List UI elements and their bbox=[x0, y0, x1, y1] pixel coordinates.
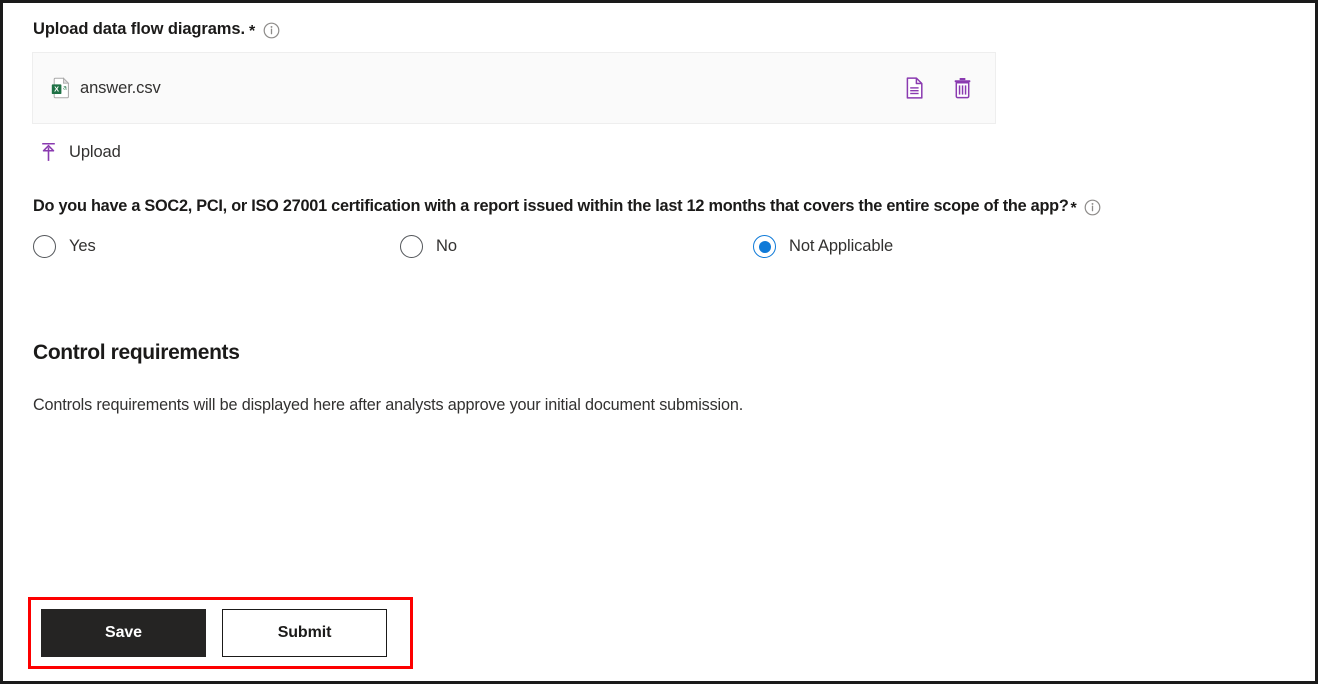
file-info: X a answer.csv bbox=[51, 77, 161, 99]
control-requirements-body: Controls requirements will be displayed … bbox=[33, 396, 1289, 415]
required-marker: * bbox=[249, 24, 255, 40]
info-circle-icon[interactable] bbox=[263, 22, 280, 39]
file-name-label: answer.csv bbox=[80, 79, 161, 98]
file-action-buttons bbox=[903, 76, 973, 100]
control-requirements-heading: Control requirements bbox=[33, 341, 1289, 365]
certification-question-row: Do you have a SOC2, PCI, or ISO 27001 ce… bbox=[33, 197, 1289, 216]
svg-text:a: a bbox=[63, 85, 67, 92]
submit-button[interactable]: Submit bbox=[222, 609, 387, 657]
upload-arrow-icon bbox=[39, 142, 58, 162]
certification-radio-group: Yes No Not Applicable bbox=[33, 235, 1289, 258]
required-marker: * bbox=[1071, 201, 1077, 217]
info-circle-icon[interactable] bbox=[1084, 199, 1101, 216]
footer-action-bar: Save Submit bbox=[41, 609, 387, 657]
radio-mark-selected-icon bbox=[753, 235, 776, 258]
radio-option-label: No bbox=[436, 237, 457, 256]
upload-button-label: Upload bbox=[69, 143, 121, 162]
upload-field-label-row: Upload data flow diagrams. * bbox=[33, 20, 1289, 39]
save-button[interactable]: Save bbox=[41, 609, 206, 657]
radio-option-no[interactable]: No bbox=[400, 235, 753, 258]
radio-mark-icon bbox=[400, 235, 423, 258]
radio-option-not-applicable[interactable]: Not Applicable bbox=[753, 235, 893, 258]
radio-option-label: Not Applicable bbox=[789, 237, 893, 256]
svg-text:X: X bbox=[54, 85, 59, 94]
radio-option-label: Yes bbox=[69, 237, 96, 256]
form-content: Upload data flow diagrams. * X bbox=[3, 3, 1315, 681]
form-screen: Upload data flow diagrams. * X bbox=[0, 0, 1318, 684]
document-preview-icon[interactable] bbox=[903, 76, 925, 100]
trash-delete-icon[interactable] bbox=[951, 76, 973, 100]
upload-button[interactable]: Upload bbox=[39, 142, 121, 162]
certification-question-label: Do you have a SOC2, PCI, or ISO 27001 ce… bbox=[33, 197, 1069, 216]
uploaded-file-row: X a answer.csv bbox=[32, 52, 996, 124]
page-title: Upload data flow diagrams. bbox=[33, 20, 245, 39]
radio-option-yes[interactable]: Yes bbox=[33, 235, 400, 258]
excel-csv-file-icon: X a bbox=[51, 77, 71, 99]
radio-mark-icon bbox=[33, 235, 56, 258]
